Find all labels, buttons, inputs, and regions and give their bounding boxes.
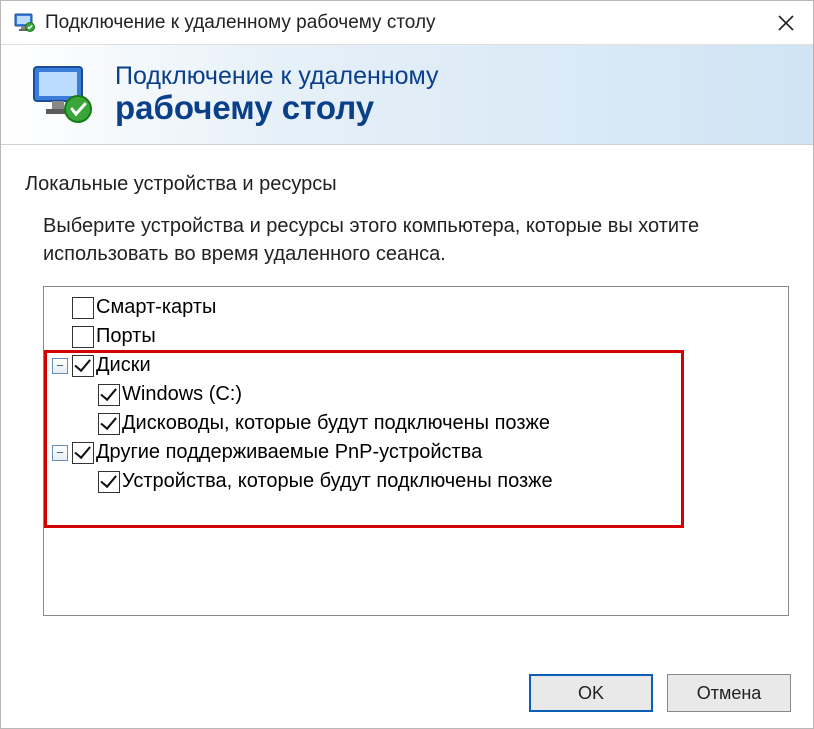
- banner-line1: Подключение к удаленному: [115, 63, 439, 91]
- checkbox[interactable]: [72, 326, 94, 348]
- tree-item: Порты: [48, 322, 784, 351]
- banner-text: Подключение к удаленному рабочему столу: [115, 63, 439, 127]
- tree-item-label[interactable]: Дисководы, которые будут подключены позж…: [122, 409, 550, 438]
- cancel-button[interactable]: Отмена: [667, 674, 791, 712]
- dialog-footer: OK Отмена: [1, 658, 813, 728]
- section-title: Локальные устройства и ресурсы: [25, 173, 789, 196]
- titlebar: Подключение к удаленному рабочему столу: [1, 1, 813, 45]
- tree-item-label[interactable]: Порты: [96, 322, 156, 351]
- ok-button[interactable]: OK: [529, 674, 653, 712]
- rdp-dialog: Подключение к удаленному рабочему столу …: [0, 0, 814, 729]
- checkbox[interactable]: [98, 471, 120, 493]
- checkbox[interactable]: [98, 384, 120, 406]
- checkbox[interactable]: [98, 413, 120, 435]
- banner: Подключение к удаленному рабочему столу: [1, 45, 813, 145]
- window-title: Подключение к удаленному рабочему столу: [45, 12, 759, 34]
- tree-item-label[interactable]: Диски: [96, 351, 151, 380]
- checkbox[interactable]: [72, 297, 94, 319]
- content-area: Локальные устройства и ресурсы Выберите …: [1, 145, 813, 658]
- rdp-small-icon: [13, 11, 37, 35]
- collapse-icon[interactable]: −: [52, 445, 68, 461]
- collapse-icon[interactable]: −: [52, 358, 68, 374]
- tree-item: − Диски: [48, 351, 784, 380]
- rdp-large-icon: [29, 60, 99, 130]
- device-tree: Смарт-картыПорты − ДискиWindows (C:)Дисков…: [43, 286, 789, 616]
- checkbox[interactable]: [72, 355, 94, 377]
- section-description: Выберите устройства и ресурсы этого комп…: [43, 212, 789, 268]
- tree-item: − Другие поддерживаемые PnP-устройства: [48, 438, 784, 467]
- banner-line2: рабочему столу: [115, 90, 439, 126]
- tree-item: Устройства, которые будут подключены поз…: [48, 467, 784, 496]
- close-icon: [778, 15, 794, 31]
- tree-item: Смарт-карты: [48, 293, 784, 322]
- tree-item-label[interactable]: Windows (C:): [122, 380, 242, 409]
- tree-item-label[interactable]: Устройства, которые будут подключены поз…: [122, 467, 553, 496]
- tree-item-label[interactable]: Смарт-карты: [96, 293, 216, 322]
- close-button[interactable]: [759, 1, 813, 45]
- tree-item-label[interactable]: Другие поддерживаемые PnP-устройства: [96, 438, 482, 467]
- checkbox[interactable]: [72, 442, 94, 464]
- tree-item: Дисководы, которые будут подключены позж…: [48, 409, 784, 438]
- tree-item: Windows (C:): [48, 380, 784, 409]
